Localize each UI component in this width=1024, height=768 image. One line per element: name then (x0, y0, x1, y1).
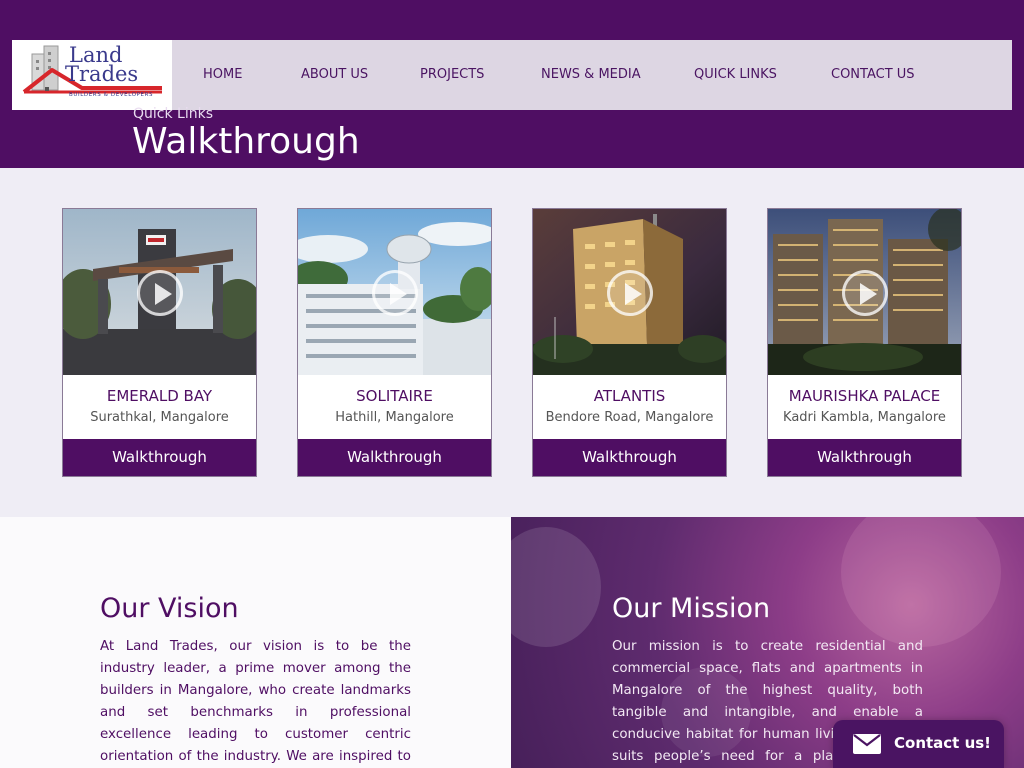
contact-us-label: Contact us! (894, 734, 992, 752)
vision-section: Our Vision At Land Trades, our vision is… (0, 517, 511, 768)
project-location: Hathill, Mangalore (335, 410, 454, 425)
project-image[interactable] (533, 209, 726, 375)
project-name: SOLITAIRE (356, 387, 433, 405)
project-card-maurishka-palace: MAURISHKA PALACE Kadri Kambla, Mangalore… (767, 208, 962, 477)
background-bokeh (841, 517, 1001, 647)
breadcrumb[interactable]: Quick Links (133, 106, 213, 122)
mail-icon (853, 734, 881, 754)
project-location: Bendore Road, Mangalore (545, 410, 714, 425)
walkthrough-button[interactable]: Walkthrough (533, 439, 726, 476)
nav-item-projects[interactable]: PROJECTS (420, 40, 484, 110)
walkthrough-button[interactable]: Walkthrough (63, 439, 256, 476)
logo-text-trades: Trades (65, 62, 139, 86)
mission-title: Our Mission (612, 593, 771, 624)
nav-item-home[interactable]: HOME (203, 40, 242, 110)
project-name: MAURISHKA PALACE (788, 387, 941, 405)
project-image[interactable] (298, 209, 491, 375)
nav-item-quick-links[interactable]: QUICK LINKS (694, 40, 777, 110)
walkthrough-button[interactable]: Walkthrough (768, 439, 961, 476)
play-icon[interactable] (842, 270, 888, 316)
play-icon[interactable] (607, 270, 653, 316)
logo-tagline: BUILDERS & DEVELOPERS (69, 92, 154, 98)
page-title: Walkthrough (132, 121, 360, 162)
background-bokeh (511, 527, 601, 647)
project-card-solitaire: SOLITAIRE Hathill, Mangalore Walkthrough (297, 208, 492, 477)
play-icon[interactable] (137, 270, 183, 316)
project-card-emerald-bay: EMERALD BAY Surathkal, Mangalore Walkthr… (62, 208, 257, 477)
logo[interactable]: Land Trades BUILDERS & DEVELOPERS (12, 40, 172, 110)
walkthrough-button[interactable]: Walkthrough (298, 439, 491, 476)
project-card-atlantis: ATLANTIS Bendore Road, Mangalore Walkthr… (532, 208, 727, 477)
nav-item-news-media[interactable]: NEWS & MEDIA (541, 40, 641, 110)
navbar: Land Trades BUILDERS & DEVELOPERS HOME A… (12, 40, 1012, 110)
project-image[interactable] (63, 209, 256, 375)
project-name: ATLANTIS (593, 387, 666, 405)
project-location: Kadri Kambla, Mangalore (783, 410, 946, 425)
vision-title: Our Vision (100, 593, 239, 624)
contact-us-widget[interactable]: Contact us! (833, 720, 1004, 768)
projects-section: EMERALD BAY Surathkal, Mangalore Walkthr… (0, 168, 1024, 517)
project-name: EMERALD BAY (106, 387, 213, 405)
play-icon[interactable] (372, 270, 418, 316)
nav-item-contact-us[interactable]: CONTACT US (831, 40, 915, 110)
vision-text: At Land Trades, our vision is to be the … (100, 639, 411, 764)
project-image[interactable] (768, 209, 961, 375)
project-location: Surathkal, Mangalore (90, 410, 229, 425)
nav-item-about-us[interactable]: ABOUT US (301, 40, 368, 110)
